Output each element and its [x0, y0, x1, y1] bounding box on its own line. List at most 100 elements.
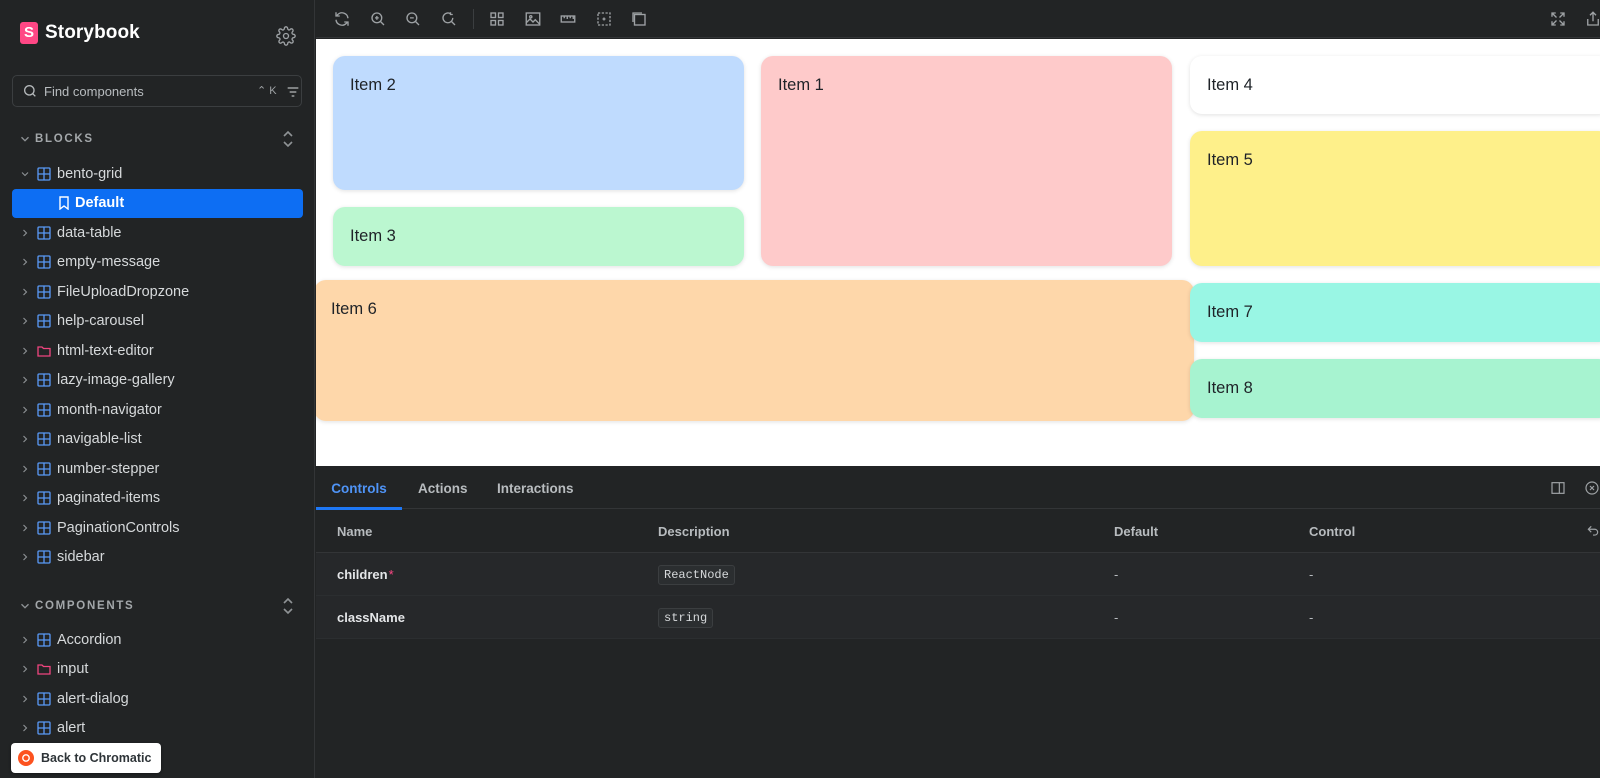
gear-icon[interactable] [276, 26, 296, 46]
component-icon [37, 167, 51, 181]
tree-item-label: bento-grid [57, 165, 123, 182]
chevron-right-icon [23, 317, 28, 325]
chevron-right-icon [23, 494, 28, 502]
bento-item-label: Item 5 [1207, 151, 1253, 169]
tree-item-label: PaginationControls [57, 519, 180, 536]
component-icon [37, 521, 51, 535]
tree-item-number-stepper[interactable]: number-stepper [12, 454, 303, 484]
component-icon [37, 226, 51, 240]
tree-item-navigable-list[interactable]: navigable-list [12, 425, 303, 455]
folder-icon [37, 664, 51, 675]
prop-default: - [1114, 567, 1119, 582]
back-to-chromatic-button[interactable]: Back to Chromatic [11, 743, 161, 773]
prop-description-cell: ReactNode [658, 553, 735, 596]
tab-controls[interactable]: Controls [316, 467, 402, 510]
viewport-icon[interactable] [630, 10, 648, 28]
prop-default: - [1114, 610, 1119, 625]
preview-toolbar [316, 0, 1600, 38]
tree-item-alert[interactable]: alert [12, 714, 303, 744]
search-box: ⌃ K [12, 75, 302, 107]
tree-item-paginated-items[interactable]: paginated-items [12, 484, 303, 514]
search-icon [24, 85, 36, 97]
tab-actions[interactable]: Actions [418, 467, 468, 509]
prop-type: ReactNode [658, 564, 735, 585]
bento-item-4: Item 4 [1190, 56, 1600, 114]
table-header: Name Description Default Control [316, 510, 1600, 553]
chevron-right-icon [23, 553, 28, 561]
zoom-in-icon[interactable] [369, 10, 387, 28]
component-icon [37, 550, 51, 564]
shortcut-hint: ⌃ K [257, 85, 277, 97]
tree-item-label: alert-dialog [57, 690, 129, 707]
column-header-name: Name [337, 524, 373, 539]
zoom-reset-icon[interactable] [440, 10, 458, 28]
tree-item-input[interactable]: input [12, 655, 303, 685]
tab-interactions[interactable]: Interactions [497, 467, 574, 509]
tree-item-empty-message[interactable]: empty-message [12, 248, 303, 278]
tree-item-story-default[interactable]: Default [12, 188, 303, 218]
grid-icon[interactable] [488, 10, 506, 28]
panel-orientation-icon[interactable] [1550, 480, 1566, 496]
fullscreen-icon[interactable] [1549, 10, 1567, 28]
reload-icon[interactable] [333, 10, 351, 28]
tree-item-label: alert [57, 720, 86, 737]
tree-item-alert-dialog[interactable]: alert-dialog [12, 684, 303, 714]
prop-name: className [337, 610, 405, 625]
tree-item-month-navigator[interactable]: month-navigator [12, 395, 303, 425]
tree-item-accordion[interactable]: Accordion [12, 625, 303, 655]
outline-icon[interactable] [595, 10, 613, 28]
tree-item-label: sidebar [57, 549, 105, 566]
section-label: COMPONENTS [35, 600, 135, 612]
tree-item-data-table[interactable]: data-table [12, 218, 303, 248]
search-input[interactable] [44, 76, 234, 106]
tree-item-html-text-editor[interactable]: html-text-editor [12, 336, 303, 366]
section-components[interactable]: COMPONENTS [18, 596, 134, 616]
filter-icon[interactable] [285, 84, 301, 100]
chevron-right-icon [23, 288, 28, 296]
chevron-right-icon [23, 695, 28, 703]
tree-item-bento-grid[interactable]: bento-grid [12, 159, 303, 189]
close-panel-icon[interactable] [1584, 480, 1600, 496]
tree-item-file-upload-dropzone[interactable]: FileUploadDropzone [12, 277, 303, 307]
tree-item-sidebar[interactable]: sidebar [12, 543, 303, 573]
bento-item-1: Item 1 [761, 56, 1172, 266]
tree-item-label: html-text-editor [57, 342, 154, 359]
share-icon[interactable] [1584, 10, 1600, 28]
tree-item-label: paginated-items [57, 490, 161, 507]
ruler-icon[interactable] [559, 10, 577, 28]
component-icon [37, 373, 51, 387]
column-header-control: Control [1309, 524, 1356, 539]
section-label: BLOCKS [35, 133, 94, 145]
bento-item-2: Item 2 [333, 56, 744, 190]
expand-collapse-icon[interactable] [281, 596, 295, 616]
bento-item-label: Item 1 [778, 76, 824, 94]
prop-name-cell: className [337, 596, 406, 639]
story-canvas: Item 2 Item 1 Item 4 Item 3 Item 5 Item … [316, 39, 1600, 466]
background-image-icon[interactable] [524, 10, 542, 28]
expand-collapse-icon[interactable] [281, 129, 295, 149]
tree-item-pagination-controls[interactable]: PaginationControls [12, 513, 303, 543]
section-blocks[interactable]: BLOCKS [18, 129, 94, 149]
storybook-logo-icon: S [20, 22, 38, 44]
chevron-down-icon [21, 171, 29, 177]
chevron-right-icon [23, 465, 28, 473]
app-title: Storybook [45, 22, 140, 43]
chevron-right-icon [23, 724, 28, 732]
component-icon [37, 633, 51, 647]
component-icon [37, 314, 51, 328]
panel-tabs: Controls Actions Interactions [316, 467, 1600, 510]
column-header-description: Description [658, 524, 730, 539]
component-icon [37, 285, 51, 299]
chevron-down-icon [21, 603, 29, 609]
prop-control: - [1309, 610, 1314, 625]
zoom-out-icon[interactable] [404, 10, 422, 28]
tree-item-lazy-image-gallery[interactable]: lazy-image-gallery [12, 366, 303, 396]
brand[interactable]: S Storybook [20, 22, 140, 44]
bento-item-5: Item 5 [1190, 131, 1600, 266]
tree-item-help-carousel[interactable]: help-carousel [12, 307, 303, 337]
tree-item-label: empty-message [57, 254, 161, 271]
back-to-chromatic-label: Back to Chromatic [41, 751, 152, 765]
chromatic-logo-icon [18, 750, 34, 766]
reset-controls-icon[interactable] [1586, 524, 1600, 538]
tree-item-label: data-table [57, 224, 122, 241]
